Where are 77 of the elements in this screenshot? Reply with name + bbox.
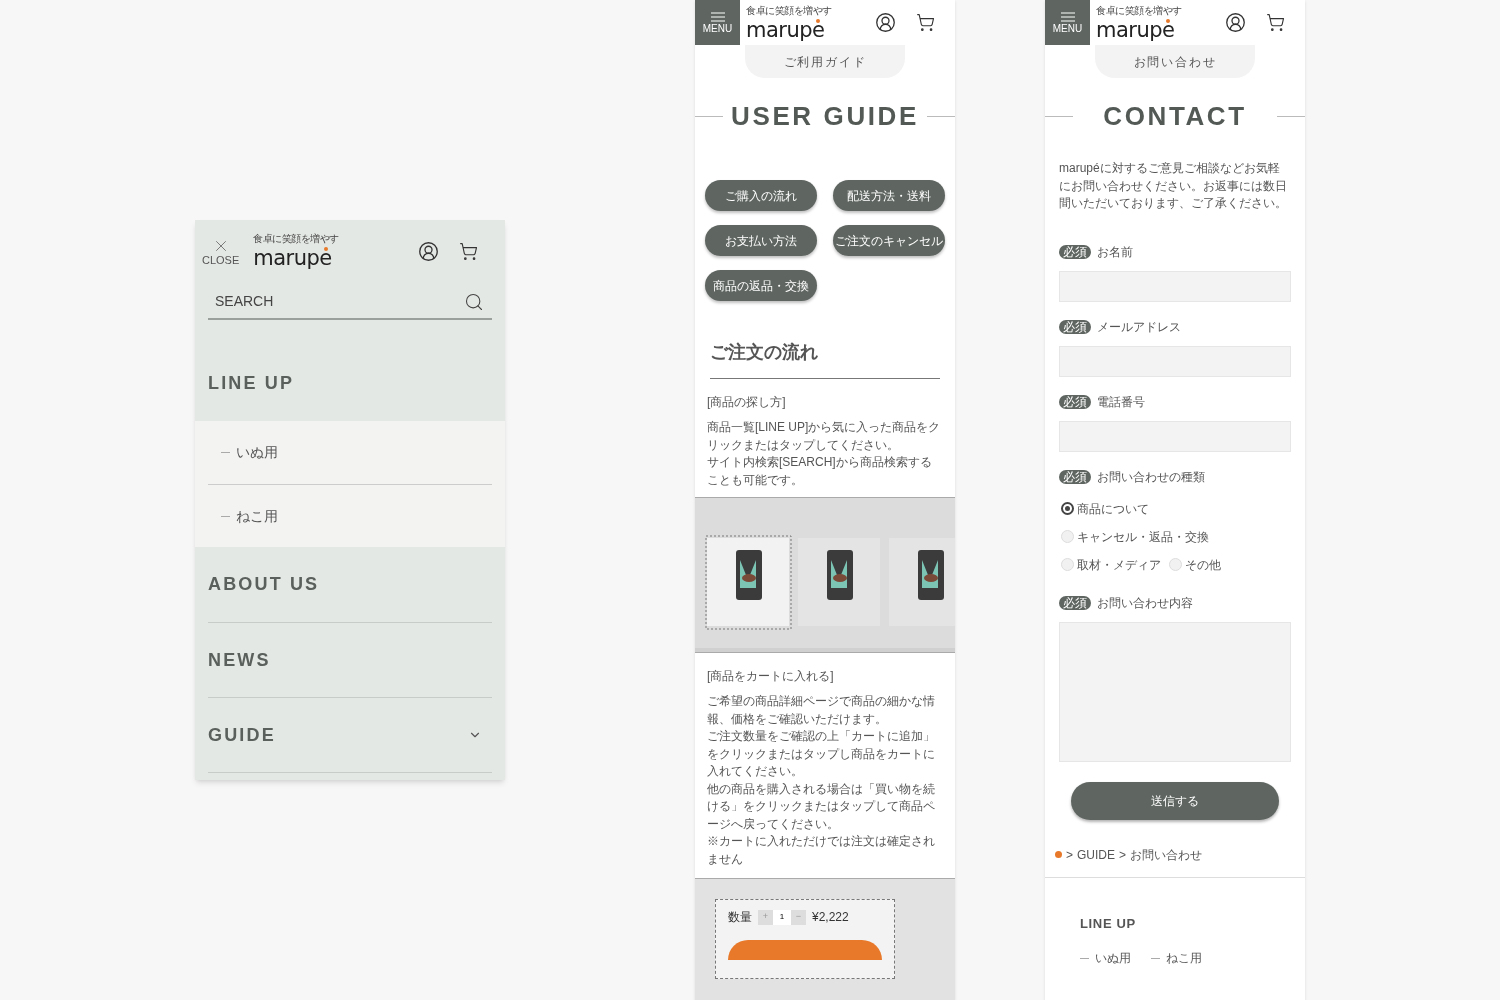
- menu-item[interactable]: ABOUT US: [208, 547, 492, 622]
- logo-tagline: 食卓に笑顔を増やす: [746, 4, 832, 16]
- logo-tagline: 食卓に笑顔を増やす: [1096, 4, 1182, 16]
- quantity-field[interactable]: 1: [773, 909, 791, 925]
- radio-button[interactable]: [1061, 502, 1074, 515]
- required-badge: 必須: [1059, 319, 1091, 334]
- paragraph: 他の商品を購入される場合は「買い物を続ける」をクリックまたはタップして商品ページへ戻ってください。: [707, 780, 936, 833]
- radio-label[interactable]: 取材・メディア: [1077, 555, 1161, 574]
- text-field[interactable]: [1059, 270, 1291, 302]
- radio-label[interactable]: キャンセル・返品・交換: [1077, 527, 1209, 546]
- footer-link[interactable]: ねこ用: [1166, 949, 1202, 967]
- logo[interactable]: marupe: [746, 18, 825, 41]
- guide-link-button[interactable]: 配送方法・送料: [833, 180, 945, 211]
- dash-icon: [221, 515, 230, 517]
- page-title: CONTACT: [1102, 99, 1248, 133]
- radio-label[interactable]: 商品について: [1077, 499, 1149, 518]
- required-badge: 必須: [1059, 595, 1091, 610]
- add-to-cart-button[interactable]: [728, 940, 882, 960]
- user-icon[interactable]: [875, 12, 896, 33]
- paragraph: ご希望の商品詳細ページで商品の細かな情報、価格をご確認いただけます。: [707, 693, 936, 728]
- breadcrumb-separator: >: [1066, 846, 1073, 864]
- field-label: メールアドレス: [1097, 318, 1181, 336]
- quantity-label: 数量: [728, 909, 752, 926]
- search-icon: [464, 292, 484, 312]
- submit-button[interactable]: 送信する: [1071, 781, 1279, 820]
- logo-tagline: 食卓に笑顔を増やす: [253, 233, 339, 244]
- required-badge: 必須: [1059, 394, 1091, 409]
- menu-item[interactable]: LINE UP: [208, 346, 492, 421]
- step-heading: [商品をカートに入れる]: [706, 668, 835, 685]
- field-label: お問い合わせ内容: [1097, 594, 1193, 612]
- submenu-item[interactable]: いぬ用: [236, 442, 278, 463]
- cart-icon[interactable]: [916, 13, 935, 32]
- cart-icon[interactable]: [1266, 13, 1285, 32]
- text-field[interactable]: [1059, 345, 1291, 377]
- radio-label[interactable]: その他: [1185, 555, 1221, 574]
- paragraph: ご注文数量をご確認の上「カートに追加」をクリックまたはタップし商品をカートに入れてください。: [707, 728, 936, 780]
- search-field[interactable]: SEARCH: [208, 284, 492, 320]
- dash-icon: [221, 452, 230, 453]
- message-field[interactable]: [1059, 621, 1291, 762]
- footer-title: LINE UP: [1079, 914, 1137, 933]
- step-heading: [商品の探し方]: [706, 394, 787, 411]
- intro-text: marupéに対するご意見ご相談などお気軽にお問い合わせください。お返事には数日間いただいております、ご了承ください。: [1058, 160, 1288, 212]
- menu-icon: [1060, 11, 1075, 22]
- cart-icon[interactable]: [459, 241, 478, 261]
- logo[interactable]: marupe: [253, 247, 332, 269]
- breadcrumb-separator: >: [1119, 846, 1127, 864]
- paragraph: 商品一覧[LINE UP]から気に入った商品をクリックまたはタップしてください。: [707, 419, 942, 454]
- close-button[interactable]: CLOSE: [202, 236, 240, 266]
- menu-item[interactable]: NEWS: [208, 622, 492, 697]
- logo[interactable]: marupe: [1096, 18, 1175, 41]
- dash-icon: [1151, 957, 1160, 959]
- guide-link-button[interactable]: 商品の返品・交換: [705, 270, 817, 301]
- required-badge: 必須: [1059, 469, 1091, 484]
- required-badge: 必須: [1059, 244, 1091, 259]
- field-label: お名前: [1097, 243, 1133, 261]
- price: ¥2,222: [812, 909, 849, 926]
- guide-link-button[interactable]: お支払い方法: [705, 225, 817, 256]
- field-label: 電話番号: [1097, 393, 1145, 411]
- paragraph: サイト内検索[SEARCH]から商品検索することも可能です。: [707, 454, 933, 489]
- menu-item[interactable]: GUIDE: [208, 697, 492, 772]
- menu-button[interactable]: MENU: [695, 0, 740, 45]
- submenu-item[interactable]: ねこ用: [236, 505, 278, 527]
- user-icon[interactable]: [418, 240, 439, 262]
- guide-link-button[interactable]: ご注文のキャンセル: [833, 225, 945, 256]
- field-label: お問い合わせの種類: [1097, 468, 1205, 486]
- text-field[interactable]: [1059, 420, 1291, 452]
- page-title: USER GUIDE: [730, 99, 920, 133]
- menu-icon: [710, 11, 725, 22]
- user-icon[interactable]: [1225, 12, 1246, 33]
- dash-icon: [1080, 957, 1089, 959]
- footer-link[interactable]: いぬ用: [1095, 949, 1131, 967]
- menu-button[interactable]: MENU: [1045, 0, 1090, 45]
- paragraph: ※カートに入れただけでは注文は確定されません: [707, 833, 936, 868]
- guide-link-button[interactable]: ご購入の流れ: [705, 180, 817, 211]
- breadcrumb-link[interactable]: GUIDE: [1077, 845, 1116, 864]
- breadcrumb-link[interactable]: お問い合わせ: [1130, 845, 1203, 864]
- section-title: ご注文の流れ: [710, 339, 940, 379]
